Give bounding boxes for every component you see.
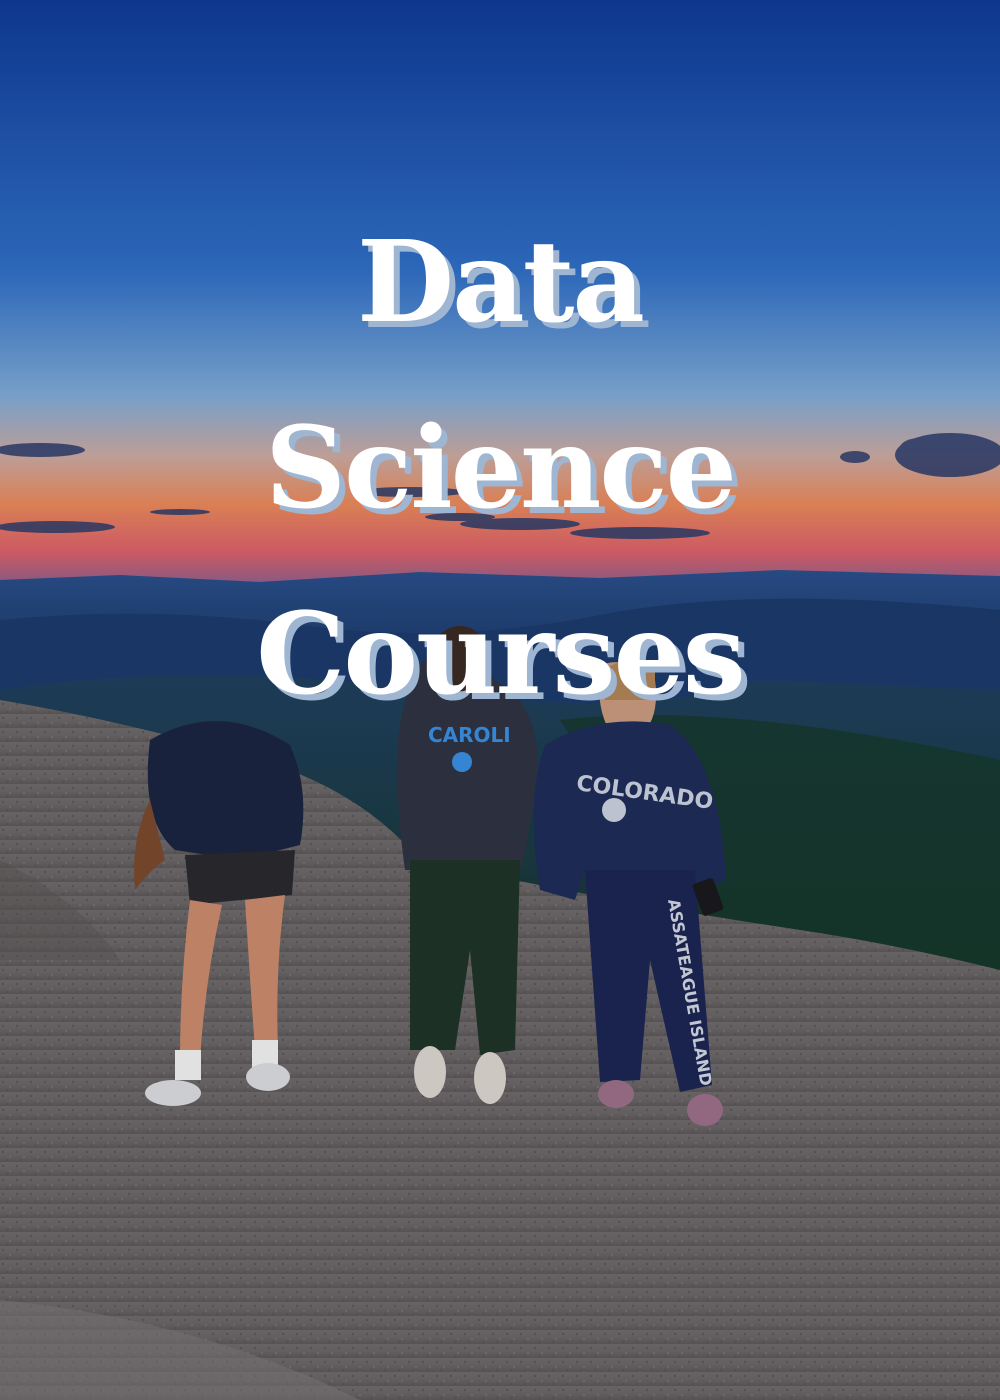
title-line-3: Courses [256,589,746,720]
poster-title: Data Science Courses [0,190,1000,748]
poster: CAROLI COLORADO ASSATEAGUE ISLAND Data S… [0,0,1000,1400]
title-line-2: Science [265,403,737,534]
title-line-1: Data [357,217,645,348]
